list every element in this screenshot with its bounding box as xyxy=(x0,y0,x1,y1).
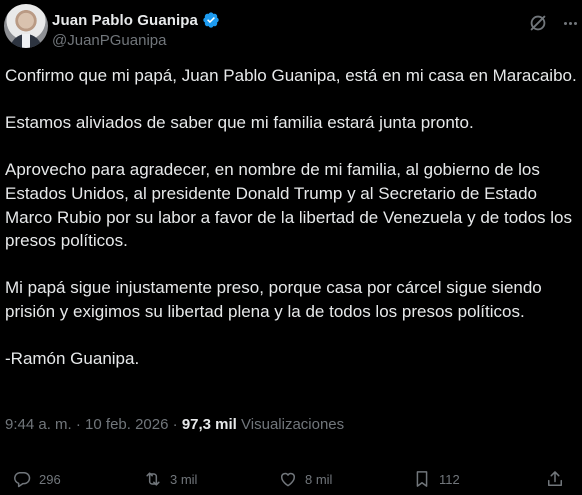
more-dot xyxy=(563,21,567,25)
meta-separator: · xyxy=(75,416,81,433)
avatar[interactable] xyxy=(4,4,48,48)
more-icon[interactable] xyxy=(559,12,581,34)
reply-count: 296 xyxy=(39,471,61,487)
tweet-paragraph: Aprovecho para agradecer, en nombre de m… xyxy=(5,160,573,251)
like-icon xyxy=(281,472,295,487)
like-count: 8 mil xyxy=(305,471,333,487)
tweet: Juan Pablo Guanipa @JuanPGuanipa Confirm… xyxy=(0,0,582,495)
grok-icon[interactable] xyxy=(527,12,549,34)
name-row: Juan Pablo Guanipa xyxy=(52,10,220,30)
meta-separator: · xyxy=(172,416,178,433)
tweet-date[interactable]: 10 feb. 2026 xyxy=(85,416,168,433)
bookmark-icon xyxy=(416,471,428,487)
repost-count: 3 mil xyxy=(170,471,198,487)
views-label: Visualizaciones xyxy=(241,416,345,433)
action-bar: 296 3 mil 8 mil 112 xyxy=(0,460,582,495)
tweet-meta: 9:44 a. m. · 10 feb. 2026 · 97,3 mil Vis… xyxy=(5,416,344,433)
repost-button[interactable]: 3 mil xyxy=(143,467,197,491)
tweet-paragraph: Estamos aliviados de saber que mi famili… xyxy=(5,113,474,133)
share-button[interactable] xyxy=(545,467,565,491)
tweet-paragraph: -Ramón Guanipa. xyxy=(5,349,140,369)
repost-icon xyxy=(146,472,160,486)
reply-button[interactable]: 296 xyxy=(12,467,61,491)
tweet-time[interactable]: 9:44 a. m. xyxy=(5,416,72,433)
handle[interactable]: @JuanPGuanipa xyxy=(52,32,166,49)
reply-icon xyxy=(14,472,31,488)
bookmark-count: 112 xyxy=(439,471,460,487)
display-name[interactable]: Juan Pablo Guanipa xyxy=(52,12,198,29)
bookmark-button[interactable]: 112 xyxy=(412,467,460,491)
more-dot xyxy=(573,21,577,25)
verified-badge-icon xyxy=(203,12,219,28)
avatar-shirt xyxy=(22,34,30,48)
like-button[interactable]: 8 mil xyxy=(278,467,332,491)
share-icon xyxy=(548,471,562,486)
tweet-text: Confirmo que mi papá, Juan Pablo Guanipa… xyxy=(5,64,577,371)
views-count: 97,3 mil xyxy=(181,416,237,433)
tweet-header: Juan Pablo Guanipa @JuanPGuanipa xyxy=(4,4,578,52)
more-dot xyxy=(568,21,572,25)
tweet-paragraph: Confirmo que mi papá, Juan Pablo Guanipa… xyxy=(5,66,577,85)
tweet-paragraph: Mi papá sigue injustamente preso, porque… xyxy=(5,278,542,321)
